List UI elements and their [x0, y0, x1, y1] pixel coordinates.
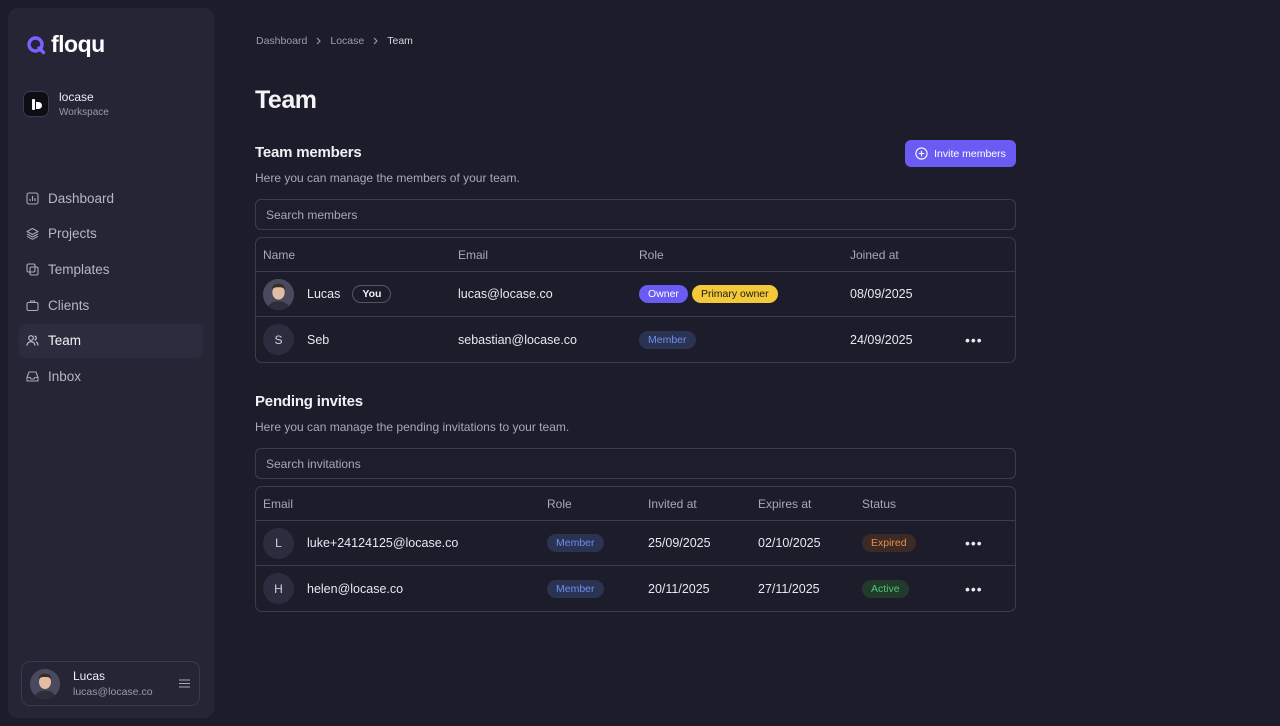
sidebar-item-projects[interactable]: Projects [19, 217, 203, 251]
floqu-logo-icon [27, 35, 46, 54]
table-header: Email Role Invited at Expires at Status [256, 487, 1015, 521]
role-badge-member: Member [639, 330, 696, 349]
column-header-email[interactable]: Email [263, 487, 293, 521]
sidebar-item-dashboard[interactable]: Dashboard [19, 181, 203, 215]
search-invitations-input[interactable]: Search invitations [255, 448, 1016, 479]
status-badge: Active [862, 579, 909, 598]
member-name: Lucas [307, 287, 341, 301]
users-icon [26, 335, 39, 346]
invite-members-button[interactable]: Invite members [905, 140, 1016, 167]
sidebar-item-team[interactable]: Team [19, 323, 203, 358]
pending-invites-title: Pending invites [255, 393, 363, 410]
member-joined-date: 08/09/2025 [850, 287, 913, 301]
sidebar-item-templates[interactable]: Templates [19, 252, 203, 286]
table-row: S Seb sebastian@locase.co Member 24/09/2… [256, 317, 1015, 362]
table-row: Lucas You lucas@locase.co Owner Primary … [256, 272, 1015, 317]
more-options-icon[interactable]: ••• [965, 535, 983, 551]
user-email: lucas@locase.co [73, 686, 153, 698]
column-header-joined[interactable]: Joined at [850, 238, 899, 272]
member-avatar [263, 278, 294, 310]
status-badge: Expired [862, 534, 916, 552]
plus-circle-icon [915, 147, 928, 160]
you-badge: You [352, 285, 392, 303]
member-email: sebastian@locase.co [458, 332, 578, 347]
workspace-logo-icon [23, 91, 49, 117]
sidebar-item-inbox[interactable]: Inbox [19, 359, 203, 393]
user-avatar [30, 668, 60, 699]
sidebar-item-label: Team [48, 333, 82, 349]
menu-icon[interactable] [179, 679, 190, 688]
invite-invited-date: 25/09/2025 [648, 536, 711, 550]
invite-initial-avatar: H [263, 573, 294, 604]
column-header-role[interactable]: Role [639, 238, 664, 272]
breadcrumb-item-team: Team [387, 35, 413, 47]
pending-invites-description: Here you can manage the pending invitati… [255, 420, 570, 434]
brand-name: floqu [51, 31, 105, 57]
sidebar-nav: Dashboard Projects Templates Clients Tea… [19, 181, 203, 395]
role-badge-member: Member [547, 534, 604, 552]
layers-icon [26, 228, 39, 241]
role-badge-primary-owner: Primary owner [691, 285, 778, 303]
team-members-table: Name Email Role Joined at Lucas You luca… [255, 237, 1016, 363]
sidebar-item-clients[interactable]: Clients [19, 288, 203, 322]
user-profile-card[interactable]: Lucas lucas@locase.co [21, 661, 200, 706]
column-header-email[interactable]: Email [458, 238, 488, 272]
member-name: Seb [307, 332, 330, 347]
workspace-switcher[interactable]: locase Workspace [23, 90, 109, 118]
more-options-icon[interactable]: ••• [965, 332, 983, 348]
pending-invites-table: Email Role Invited at Expires at Status … [255, 486, 1016, 612]
member-email: lucas@locase.co [458, 287, 553, 301]
invite-expires-date: 02/10/2025 [758, 536, 821, 550]
team-members-description: Here you can manage the members of your … [255, 171, 520, 185]
user-name: Lucas [73, 669, 106, 683]
sidebar-item-label: Dashboard [48, 190, 115, 206]
column-header-name[interactable]: Name [263, 238, 295, 272]
breadcrumb: Dashboard Locase Team [256, 35, 413, 47]
column-header-expires[interactable]: Expires at [758, 487, 811, 521]
invite-expires-date: 27/11/2025 [758, 581, 820, 596]
member-joined-date: 24/09/2025 [850, 332, 913, 347]
invite-members-label: Invite members [934, 147, 1006, 160]
sidebar: floqu locase Workspace Dashboard Project… [8, 8, 214, 718]
sidebar-item-label: Clients [48, 297, 90, 313]
breadcrumb-item-dashboard[interactable]: Dashboard [256, 35, 307, 47]
sidebar-item-label: Projects [48, 226, 97, 242]
table-row: H helen@locase.co Member 20/11/2025 27/1… [256, 566, 1015, 611]
page-title: Team [255, 86, 317, 114]
more-options-icon[interactable]: ••• [965, 581, 983, 597]
chevron-right-icon [316, 37, 322, 45]
member-initial-avatar: S [263, 324, 294, 355]
invite-email: luke+24124125@locase.co [307, 536, 459, 550]
role-badge-member: Member [547, 579, 604, 598]
brand-logo[interactable]: floqu [26, 31, 105, 58]
briefcase-icon [26, 300, 39, 311]
table-header: Name Email Role Joined at [256, 238, 1015, 272]
invite-email: helen@locase.co [307, 581, 404, 596]
workspace-label: Workspace [59, 107, 109, 118]
sidebar-item-label: Inbox [48, 368, 82, 384]
role-badge-owner: Owner [639, 285, 688, 303]
column-header-invited[interactable]: Invited at [648, 487, 697, 521]
chevron-right-icon [373, 37, 379, 45]
sidebar-item-label: Templates [48, 261, 110, 277]
breadcrumb-item-locase[interactable]: Locase [330, 35, 364, 47]
workspace-name: locase [59, 90, 94, 104]
column-header-role[interactable]: Role [547, 487, 572, 521]
table-row: L luke+24124125@locase.co Member 25/09/2… [256, 521, 1015, 566]
templates-icon [26, 263, 39, 276]
inbox-icon [26, 371, 39, 382]
dashboard-icon [26, 191, 39, 205]
invite-invited-date: 20/11/2025 [648, 581, 710, 596]
column-header-status[interactable]: Status [862, 487, 896, 521]
search-members-input[interactable]: Search members [255, 199, 1016, 230]
invite-initial-avatar: L [263, 527, 294, 559]
team-members-title: Team members [255, 144, 362, 161]
